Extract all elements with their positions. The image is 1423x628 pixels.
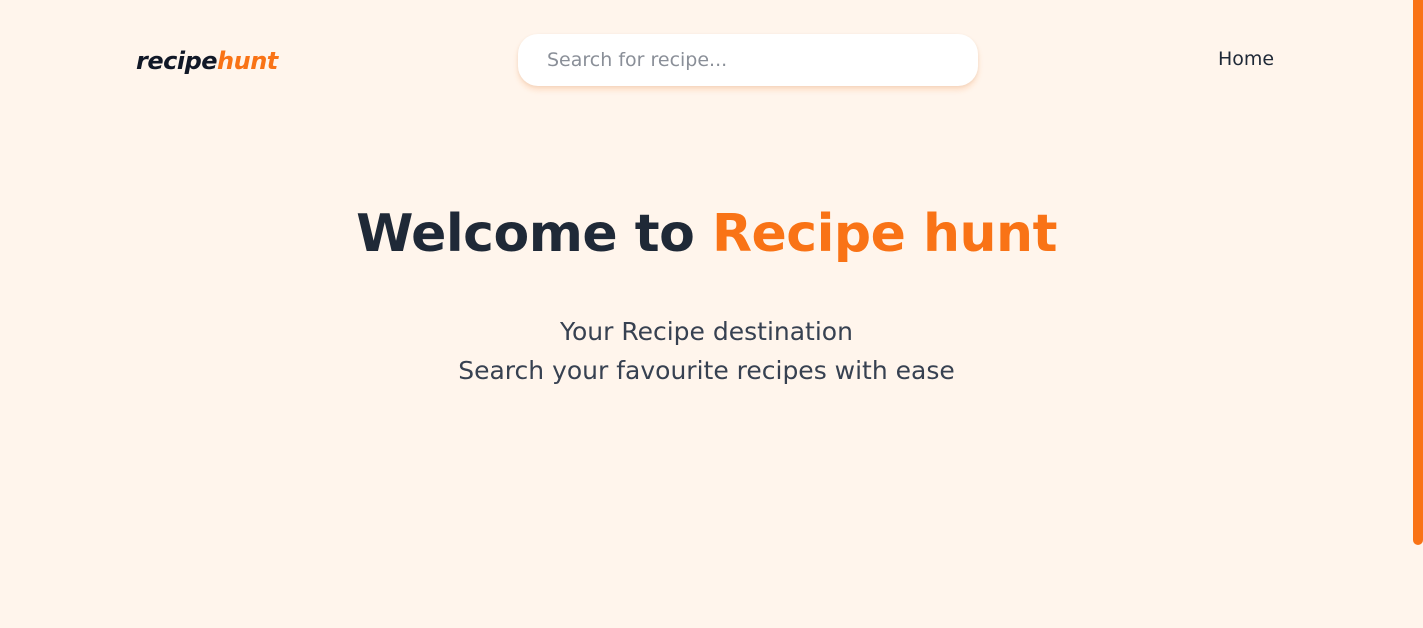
hero-subtitle: Your Recipe destination Search your favo…	[0, 312, 1413, 390]
scrollbar-track[interactable]	[1413, 0, 1423, 628]
search-input[interactable]	[518, 34, 978, 86]
hero-title-prefix: Welcome to	[356, 204, 712, 264]
logo-text-recipe: recipe	[136, 47, 218, 75]
hero-section: Welcome to Recipe hunt Your Recipe desti…	[0, 196, 1413, 390]
navbar: recipehunt Home	[0, 0, 1409, 120]
scrollbar-thumb[interactable]	[1413, 0, 1423, 545]
hero-subtitle-line1: Your Recipe destination	[560, 317, 853, 346]
search-box	[518, 34, 978, 86]
hero-title-accent: Recipe hunt	[711, 204, 1057, 264]
logo-text-hunt: hunt	[217, 47, 278, 75]
nav-link-home[interactable]: Home	[1218, 48, 1274, 70]
site-logo[interactable]: recipehunt	[136, 46, 278, 76]
hero-subtitle-line2: Search your favourite recipes with ease	[458, 356, 955, 385]
hero-title: Welcome to Recipe hunt	[0, 196, 1413, 272]
